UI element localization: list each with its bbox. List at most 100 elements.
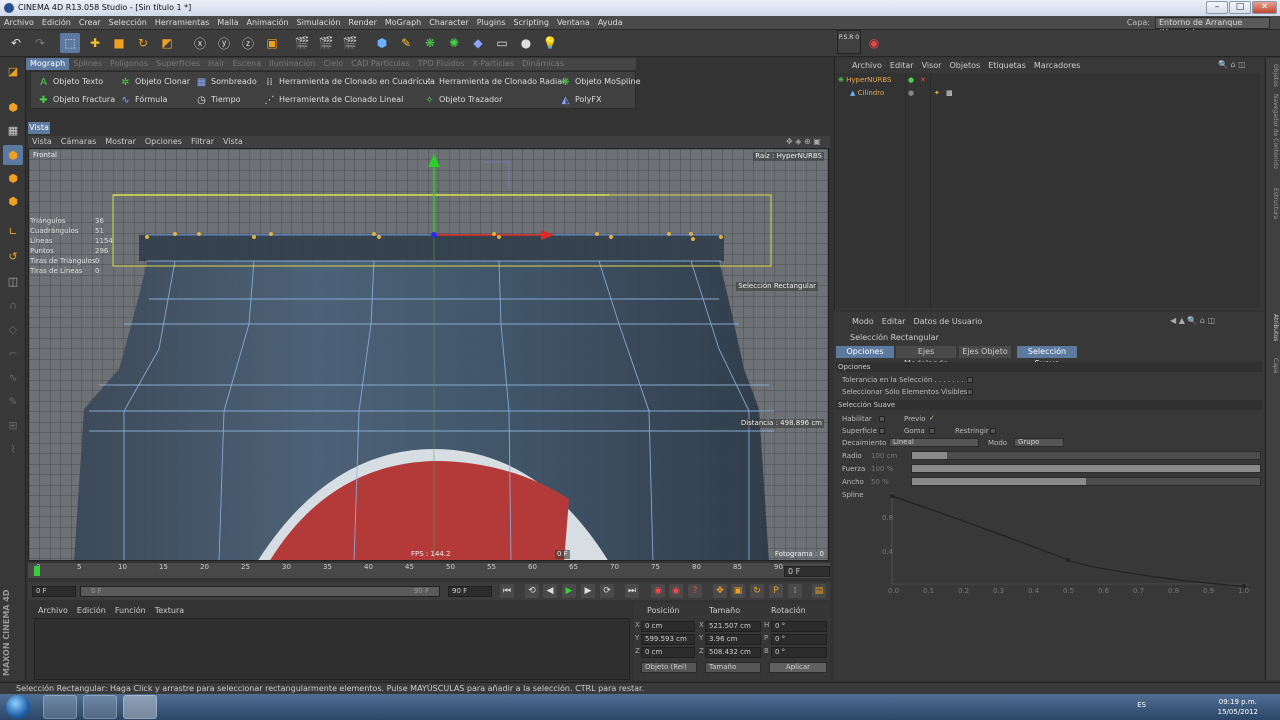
render-view-icon[interactable]: 🎬 xyxy=(292,33,312,53)
cube-object-icon[interactable]: ⬢ xyxy=(372,33,392,53)
formula-button[interactable]: ∿ Fórmula xyxy=(117,91,167,109)
visible-only-checkbox[interactable] xyxy=(967,389,973,395)
timeline-ruler[interactable]: 051015202530354045505560657075808590 xyxy=(28,563,830,578)
size-field[interactable]: 521.507 cm xyxy=(705,621,761,632)
rotate-tool-icon[interactable]: ↻ xyxy=(133,33,153,53)
menu-seleccion[interactable]: Selección xyxy=(105,16,151,30)
vtab-objetos[interactable]: Objetos xyxy=(1268,64,1279,87)
undo-icon[interactable]: ↶ xyxy=(6,33,26,53)
radio-value[interactable]: 100 cm xyxy=(871,451,897,461)
attribute-nav-icons[interactable]: ◀ ▲ 🔍 ⌂ ◫ xyxy=(1170,316,1215,325)
decaimiento-select[interactable]: Lineal xyxy=(889,438,979,447)
explorer-task-icon[interactable] xyxy=(43,695,77,719)
recent-tool-icon[interactable]: ◩ xyxy=(157,33,177,53)
mat-menu-funcion[interactable]: Función xyxy=(111,605,151,617)
tab-escena[interactable]: Escena xyxy=(229,58,266,70)
z-axis-lock-icon[interactable]: ⓩ xyxy=(238,33,258,53)
objeto-clonar-button[interactable]: ✲ Objeto Clonar xyxy=(117,73,190,91)
vp-menu-filtrar[interactable]: Filtrar xyxy=(187,136,219,148)
goto-end-icon[interactable]: ⏭ xyxy=(625,584,639,598)
tweak-icon[interactable]: ↺ xyxy=(3,246,23,266)
camera-icon[interactable]: ● xyxy=(516,33,536,53)
floor-icon[interactable]: ▭ xyxy=(492,33,512,53)
tolerance-checkbox[interactable] xyxy=(967,377,973,383)
vp-menu-vista[interactable]: Vista xyxy=(28,136,57,148)
close-button[interactable]: ✕ xyxy=(1252,1,1277,14)
object-row-cilindro[interactable]: ▲ Cilindro ● ✦ ▩ xyxy=(850,88,953,99)
viewport-nav-icons[interactable]: ✥ ◈ ⊕ ▣ xyxy=(786,137,821,146)
visibility-dot-icon[interactable]: ● xyxy=(908,88,914,99)
menu-malla[interactable]: Malla xyxy=(213,16,242,30)
subdivision-surface-icon[interactable]: ❋ xyxy=(420,33,440,53)
size-field[interactable]: 3.96 cm xyxy=(705,634,761,645)
record-icon[interactable]: ◉ xyxy=(864,33,884,53)
linear-array-tool-button[interactable]: ⋰ Herramienta de Clonado Lineal xyxy=(261,91,404,109)
axis-mode-icon[interactable]: ∟ xyxy=(3,221,23,241)
apply-button[interactable]: Aplicar xyxy=(769,662,827,673)
layout-select[interactable]: Entorno de Arranque (Usuario) xyxy=(1155,17,1270,37)
radio-slider[interactable] xyxy=(911,451,1261,460)
attr-menu-datos[interactable]: Datos de Usuario xyxy=(909,316,986,327)
rotation-key-icon[interactable]: ↻ xyxy=(750,584,764,598)
attr-tab-seleccion-suave[interactable]: Selección Suave xyxy=(1017,346,1077,368)
array-generator-icon[interactable]: ✺ xyxy=(444,33,464,53)
obj-menu-archivo[interactable]: Archivo xyxy=(848,60,886,71)
active-app-task-icon[interactable] xyxy=(123,695,157,719)
ancho-value[interactable]: 50 % xyxy=(871,477,889,487)
position-field[interactable]: 0 cm xyxy=(641,647,695,658)
psr-snap-button[interactable]: P.S.R 0 xyxy=(837,30,861,54)
magnet-icon[interactable]: ∩ xyxy=(3,295,23,315)
language-indicator[interactable]: ES xyxy=(1137,701,1146,709)
position-field[interactable]: 599.593 cm xyxy=(641,634,695,645)
previo-check-icon[interactable]: ✓ xyxy=(929,413,935,423)
menu-render[interactable]: Render xyxy=(344,16,380,30)
attr-tab-ejes-modelando[interactable]: Ejes Modelando xyxy=(896,346,956,368)
render-picture-viewer-icon[interactable]: 🎬 xyxy=(316,33,336,53)
scale-tool-icon[interactable]: ■ xyxy=(109,33,129,53)
menu-plugins[interactable]: Plugins xyxy=(473,16,510,30)
objeto-texto-button[interactable]: A Objeto Texto xyxy=(35,73,103,91)
material-area[interactable] xyxy=(34,618,630,680)
rotation-field[interactable]: 0 ° xyxy=(771,634,827,645)
make-editable-icon[interactable]: ◪ xyxy=(3,61,23,81)
sombreado-button[interactable]: ▦ Sombreado xyxy=(193,73,257,91)
vtab-estructura[interactable]: Estructura xyxy=(1268,188,1279,219)
snap-icon[interactable]: ◫ xyxy=(3,271,23,291)
mat-menu-archivo[interactable]: Archivo xyxy=(34,605,73,617)
tab-mograph[interactable]: Mograph xyxy=(26,58,70,70)
scale-key-icon[interactable]: ▣ xyxy=(731,584,745,598)
coord-size-mode-select[interactable]: Tamaño xyxy=(705,662,761,673)
pen-spline-icon[interactable]: ✎ xyxy=(396,33,416,53)
point-level-icon[interactable]: ⁞ xyxy=(788,584,802,598)
mat-menu-textura[interactable]: Textura xyxy=(151,605,189,617)
menu-mograph[interactable]: MoGraph xyxy=(381,16,425,30)
objeto-trazador-button[interactable]: ✧ Objeto Trazador xyxy=(421,91,502,109)
menu-simulacion[interactable]: Simulación xyxy=(293,16,345,30)
tab-hair[interactable]: Hair xyxy=(204,58,228,70)
vp-menu-opciones[interactable]: Opciones xyxy=(141,136,187,148)
menu-archivo[interactable]: Archivo xyxy=(0,16,38,30)
radial-array-tool-button[interactable]: ⁘ Herramienta de Clonado Radial xyxy=(421,73,564,91)
start-button[interactable] xyxy=(6,695,30,719)
cinema4d-task-icon[interactable] xyxy=(83,695,117,719)
light-icon[interactable]: 💡 xyxy=(540,33,560,53)
fuerza-slider[interactable] xyxy=(911,464,1261,473)
tab-x-particles[interactable]: X-Particles xyxy=(468,58,518,70)
menu-crear[interactable]: Crear xyxy=(75,16,105,30)
tab-poligonos[interactable]: Polígonos xyxy=(106,58,152,70)
next-key-icon[interactable]: ⟳ xyxy=(600,584,614,598)
selection-tool-icon[interactable]: ⬚ xyxy=(60,33,80,53)
menu-herramientas[interactable]: Herramientas xyxy=(151,16,214,30)
brush-icon[interactable]: ⌇ xyxy=(3,439,23,459)
next-frame-icon[interactable]: ▶ xyxy=(581,584,595,598)
rotation-field[interactable]: 0 ° xyxy=(771,621,827,632)
autokey-icon[interactable]: ◉ xyxy=(669,584,683,598)
deformer-icon[interactable]: ◆ xyxy=(468,33,488,53)
attr-menu-editar[interactable]: Editar xyxy=(878,316,910,327)
polyfx-button[interactable]: ◭ PolyFX xyxy=(557,91,602,109)
tab-dinamicas[interactable]: Dinámicas xyxy=(518,58,568,70)
frame-range-slider[interactable]: 0 F 90 F xyxy=(80,586,440,597)
goma-checkbox[interactable] xyxy=(929,428,935,434)
param-key-icon[interactable]: P xyxy=(769,584,783,598)
coord-mode-select[interactable]: Objeto (Rel) xyxy=(641,662,697,673)
